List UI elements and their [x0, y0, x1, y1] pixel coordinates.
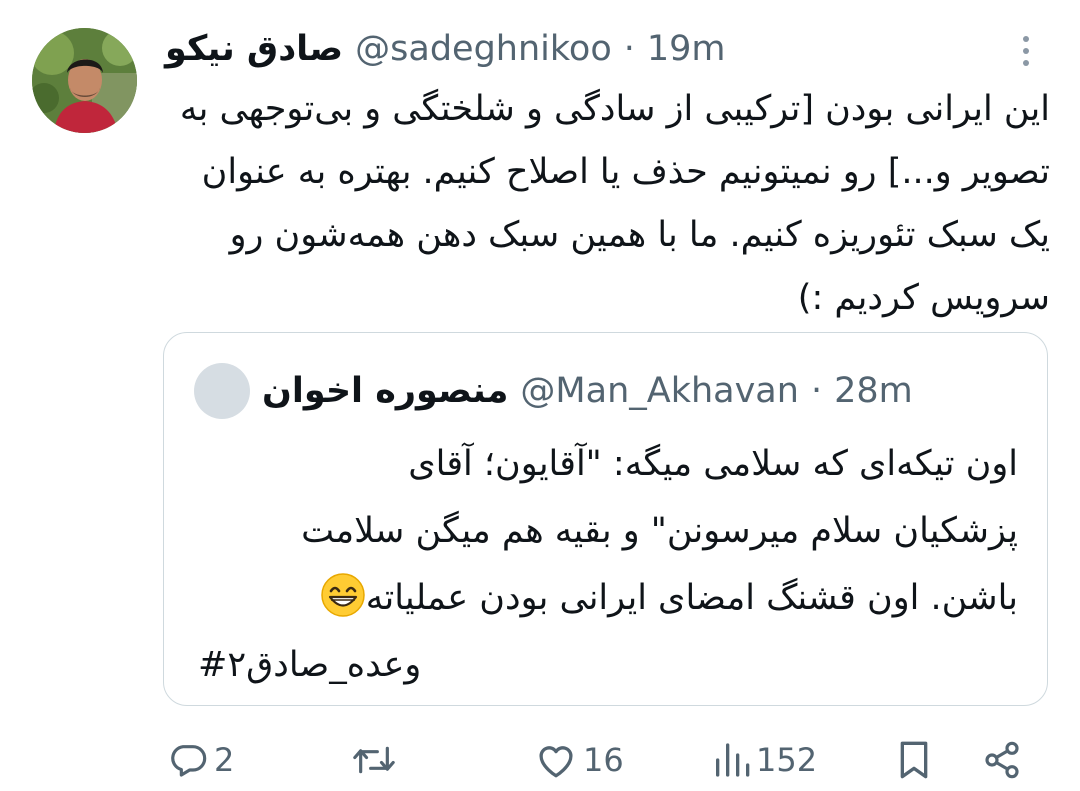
quoted-text-line: پزشکیان سلام میرسونن" و بقیه هم میگن سلا… — [301, 511, 1018, 551]
quoted-hashtag-line: #وعده_صادق۲ — [198, 632, 1018, 699]
reply-icon — [171, 745, 207, 777]
quoted-tweet-timestamp: 28m — [834, 371, 913, 411]
quoted-author-name: منصوره اخوان — [262, 371, 509, 411]
retweet-button[interactable] — [352, 730, 402, 790]
views-icon — [716, 743, 750, 777]
quoted-tweet[interactable]: منصوره اخوان @Man_Akhavan · 28m اون تیکه… — [163, 332, 1048, 706]
author-name[interactable]: صادق نیکو — [165, 26, 343, 72]
quoted-header-separator: · — [810, 371, 823, 411]
author-avatar[interactable] — [32, 28, 137, 133]
header-separator: · — [623, 29, 635, 69]
heart-icon — [539, 746, 573, 778]
author-avatar-image — [32, 28, 137, 133]
views-count: 152 — [756, 741, 818, 779]
quoted-tweet-header: منصوره اخوان @Man_Akhavan · 28m — [194, 361, 913, 421]
more-vertical-icon[interactable] — [1014, 32, 1038, 70]
tweet-action-bar: 2 16 152 — [0, 730, 1080, 790]
like-count: 16 — [583, 741, 624, 779]
reply-button[interactable]: 2 — [168, 730, 234, 790]
tweet-timestamp[interactable]: 19m — [647, 26, 726, 72]
author-handle[interactable]: @sadeghnikoo — [355, 26, 612, 72]
bookmark-icon — [900, 741, 928, 779]
quoted-author-handle: @Man_Akhavan — [520, 371, 799, 411]
bookmark-button[interactable] — [896, 730, 932, 790]
tweet[interactable]: صادق نیکو @sadeghnikoo · 19m این ایرانی … — [0, 0, 1080, 791]
tweet-header: صادق نیکو @sadeghnikoo · 19m — [165, 26, 726, 72]
quoted-text-line-text: باشن. اون قشنگ امضای ایرانی بودن عملیاته — [365, 578, 1018, 618]
tweet-text: این ایرانی بودن [ترکیبی از سادگی و شلختگ… — [179, 89, 1050, 318]
quoted-hashtag[interactable]: #وعده_صادق۲ — [198, 632, 421, 699]
quoted-tweet-text: اون تیکه‌ای که سلامی میگه: "آقایون؛ آقای… — [198, 431, 1018, 699]
quoted-text-line: باشن. اون قشنگ امضای ایرانی بودن عملیاته — [198, 565, 1018, 632]
quoted-author-avatar[interactable] — [194, 363, 250, 419]
reply-count: 2 — [214, 741, 235, 779]
grinning-emoji-icon — [320, 573, 365, 617]
share-icon — [985, 741, 1019, 779]
share-button[interactable] — [982, 730, 1022, 790]
like-button[interactable]: 16 — [535, 730, 624, 790]
views-button[interactable]: 152 — [712, 730, 817, 790]
retweet-icon — [353, 746, 395, 774]
quoted-text-line: اون تیکه‌ای که سلامی میگه: "آقایون؛ آقای — [408, 444, 1018, 484]
